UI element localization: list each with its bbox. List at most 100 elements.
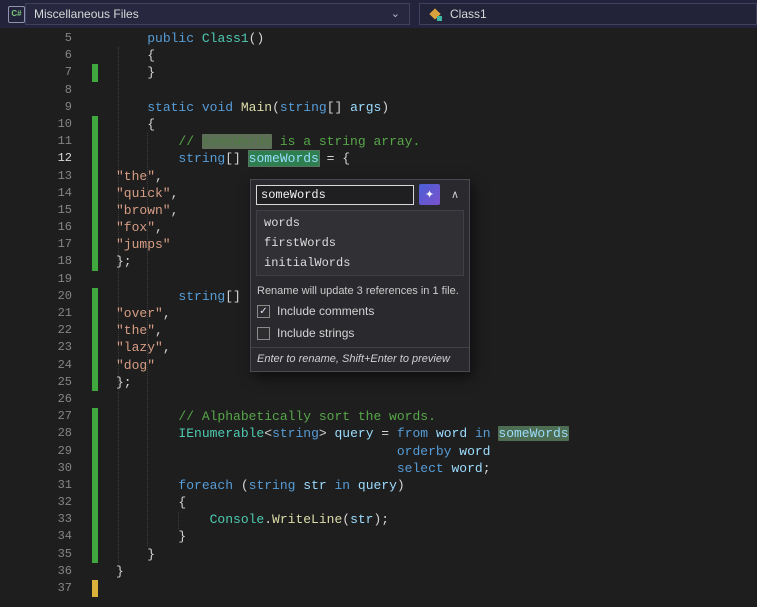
rename-inline-field[interactable]: someWords bbox=[247, 150, 320, 168]
line-number[interactable]: 15 bbox=[0, 202, 72, 219]
code-line[interactable]: 27 // Alphabetically sort the words. bbox=[0, 408, 757, 426]
code-token: ) bbox=[381, 99, 390, 115]
code-line[interactable]: 9 static void Main(string[] args) bbox=[0, 99, 757, 116]
line-number[interactable]: 7 bbox=[0, 64, 72, 81]
code-token: { bbox=[116, 48, 156, 64]
line-number[interactable]: 35 bbox=[0, 546, 72, 563]
code-line[interactable]: 11 // someWords is a string array. bbox=[0, 133, 757, 151]
rename-input-row: ✦ ∧ bbox=[251, 180, 469, 208]
checkbox-label[interactable]: Include strings bbox=[277, 326, 354, 340]
line-number[interactable]: 11 bbox=[0, 133, 72, 150]
ai-suggestions-button[interactable]: ✦ bbox=[419, 184, 440, 205]
line-number[interactable]: 22 bbox=[0, 322, 72, 339]
line-number[interactable]: 8 bbox=[0, 82, 72, 99]
code-line[interactable]: 35 } bbox=[0, 545, 757, 563]
code-line[interactable]: 26 bbox=[0, 391, 757, 408]
code-token: ( bbox=[233, 477, 249, 493]
change-track-bar bbox=[92, 64, 98, 82]
line-number[interactable]: 5 bbox=[0, 30, 72, 47]
code-token: }; bbox=[116, 374, 132, 390]
collapse-button[interactable]: ∧ bbox=[446, 188, 464, 201]
change-track-bar bbox=[92, 459, 98, 477]
code-line[interactable]: 5 public Class1() bbox=[0, 30, 757, 47]
line-number[interactable]: 9 bbox=[0, 99, 72, 116]
code-token: = bbox=[373, 426, 397, 442]
line-number[interactable]: 27 bbox=[0, 408, 72, 425]
type-dropdown[interactable]: Class1 bbox=[419, 3, 757, 25]
line-number[interactable]: 21 bbox=[0, 305, 72, 322]
line-number[interactable]: 37 bbox=[0, 580, 72, 597]
change-track-bar bbox=[92, 184, 98, 202]
code-line[interactable]: 28 IEnumerable<string> query = from word… bbox=[0, 425, 757, 443]
code-token: , bbox=[170, 185, 179, 201]
code-text: select word; bbox=[116, 460, 757, 477]
code-line[interactable]: 36} bbox=[0, 563, 757, 580]
line-number[interactable]: 13 bbox=[0, 168, 72, 185]
code-text: static void Main(string[] args) bbox=[116, 99, 757, 116]
code-text: } bbox=[116, 563, 757, 580]
line-number[interactable]: 33 bbox=[0, 511, 72, 528]
rename-suggestion-item[interactable]: initialWords bbox=[257, 253, 463, 273]
change-track-bar bbox=[92, 373, 98, 391]
code-token: args bbox=[350, 99, 382, 115]
code-text: string[] someWords = { bbox=[116, 150, 757, 168]
rename-suggestion-item[interactable]: words bbox=[257, 213, 463, 233]
code-line[interactable]: 10 { bbox=[0, 115, 757, 134]
line-number[interactable]: 32 bbox=[0, 494, 72, 511]
line-number[interactable]: 18 bbox=[0, 253, 72, 270]
code-token: , bbox=[155, 220, 163, 236]
rename-options: ✓ Include comments Include strings bbox=[251, 300, 469, 344]
change-track-bar bbox=[92, 339, 98, 357]
line-number[interactable]: 34 bbox=[0, 528, 72, 545]
line-number[interactable]: 17 bbox=[0, 236, 72, 253]
code-line[interactable]: 30 select word; bbox=[0, 459, 757, 477]
code-line[interactable]: 34 } bbox=[0, 528, 757, 546]
project-dropdown[interactable]: Miscellaneous Files ⌄ bbox=[25, 3, 410, 25]
code-line[interactable]: 7 } bbox=[0, 64, 757, 82]
checkbox-label[interactable]: Include comments bbox=[277, 304, 374, 318]
code-line[interactable]: 8 bbox=[0, 82, 757, 99]
line-number[interactable]: 14 bbox=[0, 185, 72, 202]
code-token: select bbox=[396, 460, 444, 476]
line-number[interactable]: 12 bbox=[0, 150, 72, 167]
line-number[interactable]: 16 bbox=[0, 219, 72, 236]
chevron-down-icon[interactable]: ⌄ bbox=[391, 4, 409, 24]
change-track-bar bbox=[92, 133, 98, 151]
line-number[interactable]: 19 bbox=[0, 271, 72, 288]
code-line[interactable]: 6 { bbox=[0, 47, 757, 64]
line-number[interactable]: 10 bbox=[0, 116, 72, 133]
code-line[interactable]: 37 bbox=[0, 580, 757, 598]
rename-option-row: Include strings bbox=[251, 322, 469, 344]
line-number[interactable]: 36 bbox=[0, 563, 72, 580]
code-line[interactable]: 29 orderby word bbox=[0, 442, 757, 460]
code-text: } bbox=[116, 546, 757, 563]
code-line[interactable]: 32 { bbox=[0, 494, 757, 512]
rename-suggestion-item[interactable]: firstWords bbox=[257, 233, 463, 253]
line-number[interactable]: 20 bbox=[0, 288, 72, 305]
code-line[interactable]: 25}; bbox=[0, 373, 757, 391]
include-strings-checkbox[interactable] bbox=[257, 326, 270, 340]
line-number[interactable]: 25 bbox=[0, 374, 72, 391]
line-number[interactable]: 30 bbox=[0, 460, 72, 477]
line-number[interactable]: 28 bbox=[0, 425, 72, 442]
change-track-bar bbox=[92, 476, 98, 495]
line-number[interactable]: 26 bbox=[0, 391, 72, 408]
change-track-bar bbox=[92, 545, 98, 563]
code-line[interactable]: 33 Console.WriteLine(str); bbox=[0, 511, 757, 529]
line-number[interactable]: 29 bbox=[0, 443, 72, 460]
line-number[interactable]: 23 bbox=[0, 339, 72, 356]
change-track-bar bbox=[92, 511, 98, 529]
change-track-bar bbox=[92, 201, 98, 220]
include-comments-checkbox[interactable]: ✓ bbox=[257, 304, 270, 318]
code-text: }; bbox=[116, 374, 757, 391]
rename-input[interactable] bbox=[256, 184, 414, 205]
code-line[interactable]: 12 string[] someWords = { bbox=[0, 150, 757, 168]
code-line[interactable]: 31 foreach (string str in query) bbox=[0, 476, 757, 495]
type-dropdown-label: Class1 bbox=[450, 7, 487, 21]
line-number[interactable]: 6 bbox=[0, 47, 72, 64]
line-number[interactable]: 31 bbox=[0, 477, 72, 494]
change-track-bar bbox=[92, 528, 98, 546]
line-number[interactable]: 24 bbox=[0, 357, 72, 374]
